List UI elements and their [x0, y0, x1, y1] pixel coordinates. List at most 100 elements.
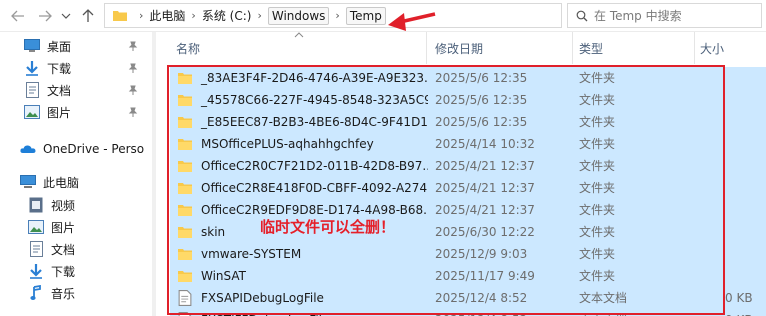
file-date: 2025/11/17 9:49	[435, 269, 535, 283]
file-date: 2025/12/9 9:03	[435, 247, 528, 261]
search-input[interactable]: 在 Temp 中搜索	[567, 3, 762, 28]
file-row[interactable]: FXSAPIDebugLogFile 2025/12/4 8:52 文本文档 0 KB	[170, 287, 766, 309]
sidebar-item-label: 下载	[51, 264, 76, 279]
pin-icon[interactable]	[128, 40, 138, 54]
folder-icon	[178, 246, 201, 262]
sidebar-item-label: 桌面	[47, 39, 72, 54]
search-icon	[576, 10, 588, 21]
file-date: 2025/12/4 8:52	[435, 291, 528, 305]
file-name: skin	[201, 225, 226, 239]
file-name: vmware-SYSTEM	[201, 247, 302, 261]
file-name: _45578C66-227F-4945-8548-323A5C9...	[201, 93, 428, 107]
forward-button[interactable]	[35, 6, 55, 26]
pin-icon[interactable]	[128, 62, 138, 76]
folder-icon	[178, 224, 201, 240]
file-name-cell[interactable]: WinSAT	[178, 265, 428, 287]
recent-locations-button[interactable]	[56, 6, 76, 26]
column-header-date[interactable]: 修改日期	[435, 32, 575, 64]
file-type: 文本文档	[579, 309, 627, 316]
file-date: 2025/5/6 12:35	[435, 93, 528, 107]
sidebar-scrollbar[interactable]	[152, 32, 156, 316]
file-row[interactable]: OfficeC2R8E418F0D-CBFF-4092-A274... 2025/…	[170, 177, 766, 199]
folder-icon	[178, 180, 201, 196]
file-size: 0 KB	[725, 291, 753, 305]
back-arrow-icon	[11, 10, 24, 22]
file-name-cell[interactable]: FXSAPIDebugLogFile	[178, 287, 428, 309]
file-name: _83AE3F4F-2D46-4746-A39E-A9E323...	[201, 71, 428, 85]
document-icon	[24, 82, 40, 98]
file-row[interactable]: OfficeC2R0C7F21D2-011B-42D8-B97... 2025/4…	[170, 155, 766, 177]
chevron-down-icon	[61, 13, 71, 19]
file-name-cell[interactable]: _45578C66-227F-4945-8548-323A5C9...	[178, 89, 428, 111]
file-size: 0 KB	[725, 309, 753, 316]
breadcrumb-separator-icon[interactable]: ›	[139, 9, 143, 22]
file-row[interactable]: _83AE3F4F-2D46-4746-A39E-A9E323... 2025/5…	[170, 67, 766, 89]
file-name: FXSAPIDebugLogFile	[201, 291, 324, 305]
sidebar-item-label: 音乐	[51, 286, 76, 301]
folder-icon	[178, 202, 201, 218]
file-row[interactable]: WinSAT 2025/11/17 9:49 文件夹	[170, 265, 766, 287]
back-button[interactable]	[8, 6, 28, 26]
file-name-cell[interactable]: OfficeC2R8E418F0D-CBFF-4092-A274...	[178, 177, 428, 199]
column-header-type[interactable]: 类型	[579, 32, 689, 64]
music-icon	[28, 285, 44, 301]
sidebar-item-this-pc[interactable]: 此电脑	[20, 171, 170, 193]
up-button[interactable]	[78, 6, 98, 26]
breadcrumb-windows[interactable]: Windows	[267, 6, 330, 25]
breadcrumb-this-pc[interactable]: 此电脑	[149, 7, 185, 24]
breadcrumb-system-drive[interactable]: 系统 (C:)	[202, 7, 252, 24]
sidebar-item-label: 此电脑	[43, 175, 80, 190]
folder-icon	[178, 92, 201, 108]
file-row[interactable]: MSOfficePLUS-aqhahhgchfey 2025/4/14 10:32…	[170, 133, 766, 155]
sidebar-item-label: OneDrive - Perso	[43, 142, 145, 156]
up-arrow-icon	[82, 9, 94, 22]
file-name-cell[interactable]: MSOfficePLUS-aqhahhgchfey	[178, 133, 428, 155]
text-file-icon	[178, 312, 201, 316]
file-date: 2025/5/6 12:35	[435, 71, 528, 85]
file-type: 文件夹	[579, 71, 616, 85]
breadcrumb-separator-icon[interactable]: ›	[257, 9, 261, 22]
file-name-cell[interactable]: vmware-SYSTEM	[178, 243, 428, 265]
breadcrumb-separator-icon[interactable]: ›	[191, 9, 195, 22]
file-name: WinSAT	[201, 269, 246, 283]
file-date: 2025/4/21 12:37	[435, 159, 535, 173]
pin-icon[interactable]	[128, 84, 138, 98]
sidebar-item-label: 文档	[51, 242, 76, 257]
breadcrumb-separator-icon[interactable]: ›	[335, 9, 339, 22]
file-type: 文件夹	[579, 93, 616, 107]
column-header-size[interactable]: 大小	[700, 32, 760, 64]
file-row[interactable]: _45578C66-227F-4945-8548-323A5C9... 2025/…	[170, 89, 766, 111]
sidebar-item-label: 图片	[51, 220, 76, 235]
sidebar-item-label: 图片	[47, 105, 72, 120]
file-date: 2025/4/21 12:37	[435, 203, 535, 217]
file-type: 文件夹	[579, 247, 616, 261]
file-name-cell[interactable]: _83AE3F4F-2D46-4746-A39E-A9E323...	[178, 67, 428, 89]
column-divider[interactable]	[572, 32, 573, 64]
text-file-icon	[178, 290, 201, 306]
folder-icon	[178, 70, 201, 86]
download-icon	[28, 263, 44, 279]
column-header-name[interactable]: 名称	[176, 32, 426, 64]
file-date: 2025/12/4 8:52	[435, 309, 527, 316]
file-date: 2025/6/30 12:22	[435, 225, 535, 239]
address-bar[interactable]: › 此电脑 › 系统 (C:) › Windows › Temp	[104, 3, 562, 28]
file-type: 文件夹	[579, 137, 616, 151]
file-name-cell[interactable]: _E85EEC87-B2B3-4BE6-8D4C-9F41D1...	[178, 111, 428, 133]
file-date: 2025/5/6 12:35	[435, 115, 528, 129]
sidebar-item-onedrive[interactable]: OneDrive - Perso	[20, 138, 170, 160]
file-name: OfficeC2R0C7F21D2-011B-42D8-B97...	[201, 159, 428, 173]
folder-icon	[178, 268, 201, 284]
folder-icon	[113, 11, 127, 21]
file-type: 文件夹	[579, 159, 616, 173]
folder-icon	[178, 114, 201, 130]
file-type: 文件夹	[579, 115, 616, 129]
file-name: MSOfficePLUS-aqhahhgchfey	[201, 137, 374, 151]
file-row[interactable]: FXSTIFFDebugLogFile 2025/12/4 8:52 文本文档 0 K…	[170, 309, 766, 316]
column-divider[interactable]	[694, 32, 695, 64]
file-name-cell[interactable]: FXSTIFFDebugLogFile	[178, 309, 428, 316]
file-row[interactable]: _E85EEC87-B2B3-4BE6-8D4C-9F41D1... 2025/5…	[170, 111, 766, 133]
file-row[interactable]: vmware-SYSTEM 2025/12/9 9:03 文件夹	[170, 243, 766, 265]
column-divider[interactable]	[426, 32, 427, 64]
pin-icon[interactable]	[128, 106, 138, 120]
file-name-cell[interactable]: OfficeC2R0C7F21D2-011B-42D8-B97...	[178, 155, 428, 177]
